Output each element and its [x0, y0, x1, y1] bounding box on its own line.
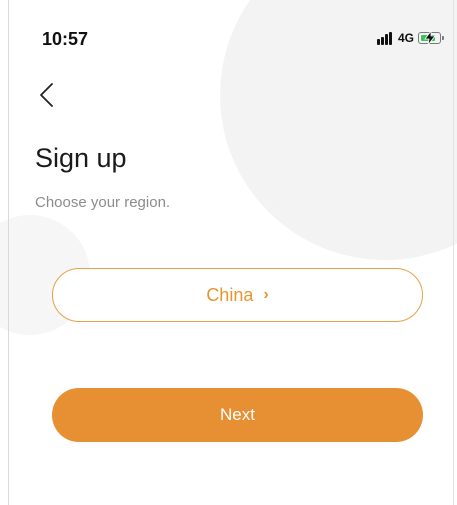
- status-indicators: 4G: [376, 29, 444, 47]
- status-time: 10:57: [42, 29, 89, 49]
- page-subtitle: Choose your region.: [35, 194, 171, 211]
- chevron-left-icon: [40, 83, 53, 107]
- page-title: Sign up: [35, 143, 127, 173]
- next-button-label: Next: [220, 405, 255, 424]
- screen-edge: [8, 0, 9, 505]
- chevron-right-icon: ›: [263, 286, 269, 303]
- region-value: China: [206, 284, 254, 305]
- network-type: 4G: [397, 31, 414, 45]
- battery-charging-icon: [418, 31, 444, 45]
- back-button[interactable]: [32, 80, 62, 110]
- signal-bars-icon: [376, 31, 393, 45]
- screen-edge: [453, 0, 454, 505]
- charging-bolt-icon: [424, 31, 436, 45]
- region-selector[interactable]: China ›: [52, 268, 423, 322]
- signup-screen: 10:57 4G Sign up Choose your region. Chi…: [0, 0, 457, 505]
- next-button[interactable]: Next: [52, 388, 423, 442]
